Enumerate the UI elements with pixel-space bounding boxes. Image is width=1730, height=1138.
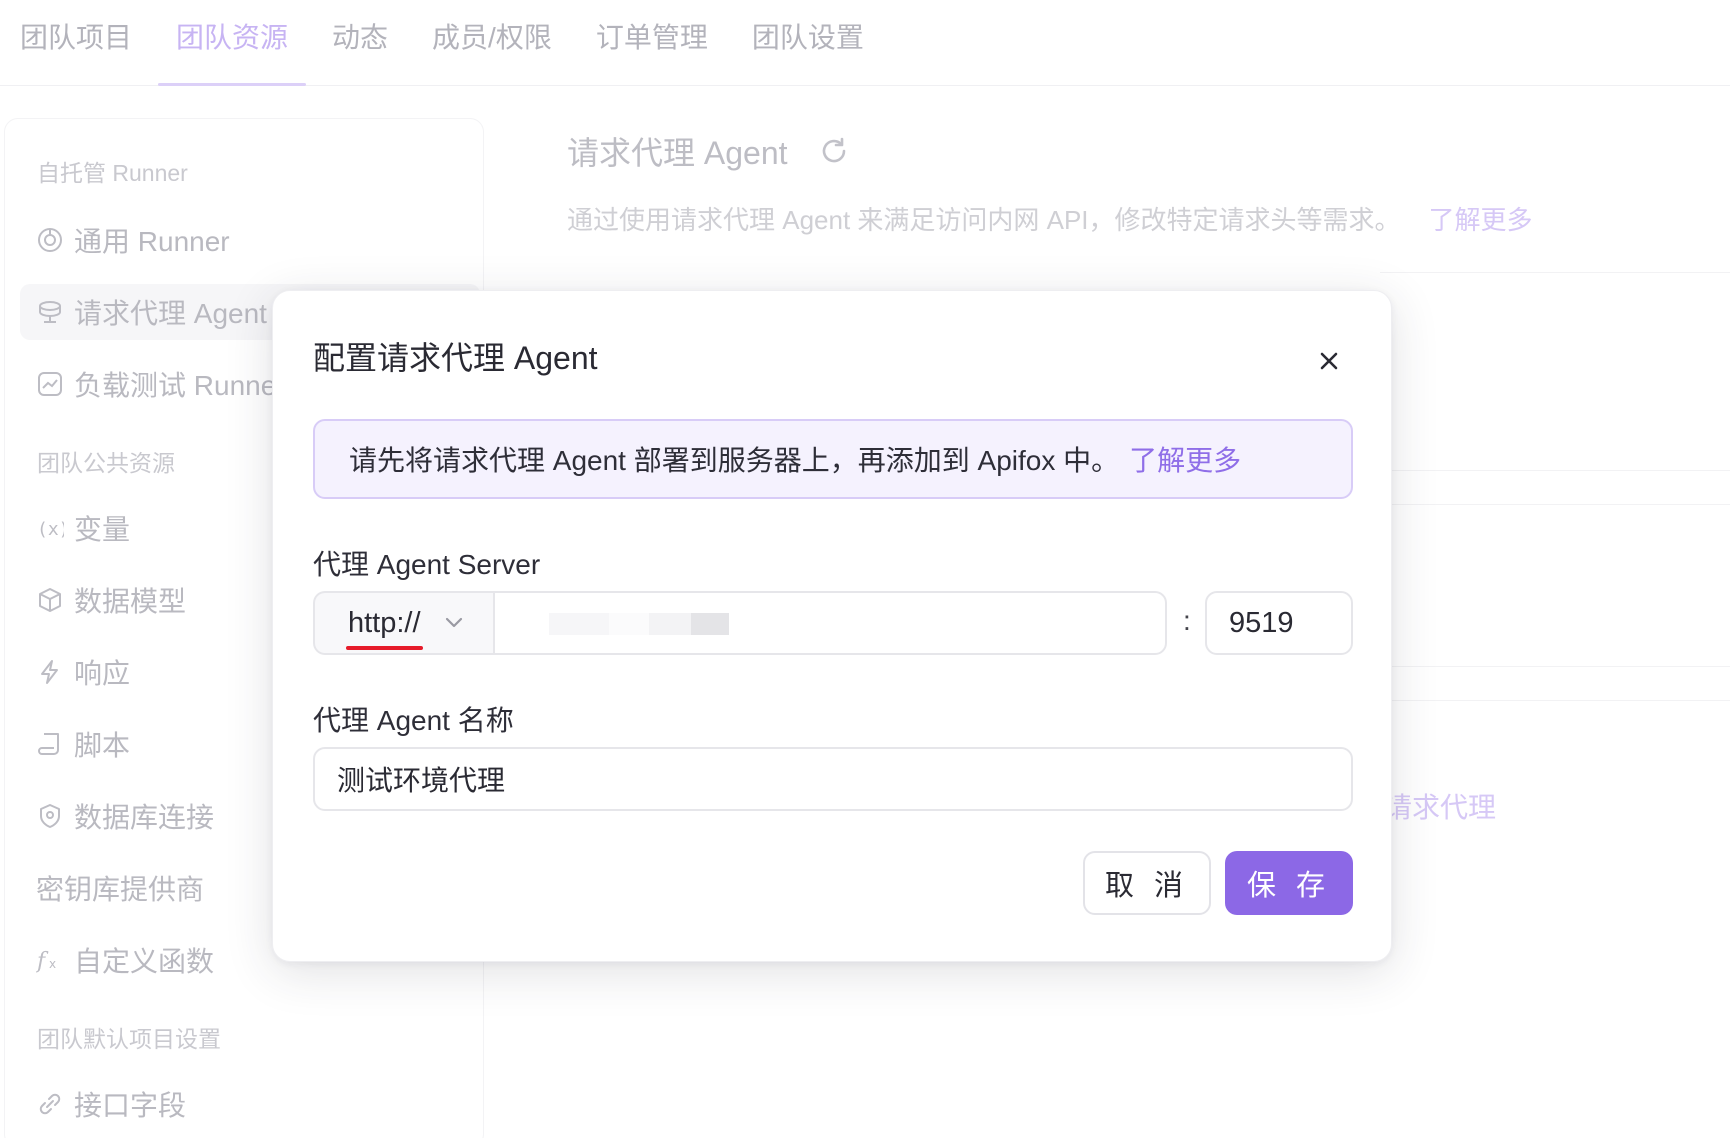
svg-text:x: x xyxy=(49,957,56,971)
tab-team-resources[interactable]: 团队资源 xyxy=(158,0,307,86)
agent-name-input[interactable] xyxy=(313,747,1353,811)
sidebar-item-data-model[interactable]: 数据模型 xyxy=(36,572,186,628)
sidebar-group-defaults: 团队默认项目设置 xyxy=(37,1026,221,1052)
divider xyxy=(1380,470,1730,471)
description-text: 通过使用请求代理 Agent 来满足访问内网 API，修改特定请求头等需求。 xyxy=(567,205,1401,235)
sidebar-item-script[interactable]: 脚本 xyxy=(36,716,130,772)
chevron-down-icon xyxy=(445,617,463,628)
info-notice: 请先将请求代理 Agent 部署到服务器上，再添加到 Apifox 中。 了解更… xyxy=(313,419,1353,499)
dialog-title: 配置请求代理 Agent xyxy=(313,340,598,376)
chart-line-icon xyxy=(38,372,62,396)
top-navigation: 团队项目 团队资源 动态 成员/权限 订单管理 团队设置 xyxy=(0,0,1730,86)
tab-members[interactable]: 成员/权限 xyxy=(432,0,552,86)
runner-icon xyxy=(38,228,62,252)
protocol-value: http:// xyxy=(348,606,421,639)
protocol-value-wrap: http:// xyxy=(346,606,423,650)
divider xyxy=(1380,504,1730,505)
page-description: 通过使用请求代理 Agent 来满足访问内网 API，修改特定请求头等需求。 了解… xyxy=(567,200,1533,237)
request-proxy-link[interactable]: 请求代理 xyxy=(1384,786,1496,826)
save-button[interactable]: 保 存 xyxy=(1225,851,1353,915)
sidebar-item-label: 变量 xyxy=(74,514,131,545)
config-agent-dialog: 配置请求代理 Agent 请先将请求代理 Agent 部署到服务器上，再添加到 … xyxy=(272,290,1392,962)
sidebar-item-label: 通用 Runner xyxy=(74,226,230,257)
tab-team-settings[interactable]: 团队设置 xyxy=(752,0,864,86)
function-icon: fx xyxy=(36,949,56,974)
close-icon[interactable] xyxy=(1315,347,1343,375)
sidebar-item-load-test[interactable]: 负载测试 Runner xyxy=(36,356,286,412)
sidebar-item-label: 脚本 xyxy=(74,730,131,761)
protocol-select[interactable]: http:// xyxy=(313,591,493,655)
sidebar-item-label: 接口字段 xyxy=(74,1090,187,1121)
port-input[interactable] xyxy=(1205,591,1353,655)
tab-team-projects[interactable]: 团队项目 xyxy=(20,0,132,86)
learn-more-link[interactable]: 了解更多 xyxy=(1429,205,1533,235)
notice-text: 请先将请求代理 Agent 部署到服务器上，再添加到 Apifox 中。 xyxy=(349,445,1120,476)
script-icon xyxy=(38,733,59,755)
sidebar-item-general-runner[interactable]: 通用 Runner xyxy=(36,212,230,268)
svg-text:f: f xyxy=(36,949,49,974)
sidebar-item-label: 自定义函数 xyxy=(74,946,215,977)
host-input[interactable] xyxy=(493,591,1167,655)
sidebar-item-db-connection[interactable]: 数据库连接 xyxy=(36,788,214,844)
sidebar-item-label: 负载测试 Runner xyxy=(74,370,286,401)
sidebar-item-interface-fields[interactable]: 接口字段 xyxy=(36,1076,186,1132)
variable-icon: (x) xyxy=(37,519,64,540)
agent-name-label: 代理 Agent 名称 xyxy=(313,705,514,736)
link-icon xyxy=(39,1093,61,1115)
server-input-row: http:// : xyxy=(313,591,1353,655)
annotation-underline xyxy=(346,645,423,650)
tab-activity[interactable]: 动态 xyxy=(332,0,388,86)
lightning-icon xyxy=(41,660,58,684)
database-agent-icon xyxy=(39,301,61,323)
shield-icon xyxy=(40,804,60,828)
sidebar-item-label: 响应 xyxy=(74,658,131,689)
tab-orders[interactable]: 订单管理 xyxy=(596,0,708,86)
sidebar-item-vault-providers[interactable]: 密钥库提供商 xyxy=(36,860,204,916)
sidebar-item-label: 密钥库提供商 xyxy=(36,874,205,905)
refresh-icon[interactable] xyxy=(818,135,850,167)
svg-text:(x): (x) xyxy=(37,519,64,540)
server-label: 代理 Agent Server xyxy=(313,549,541,580)
sidebar-item-label: 请求代理 Agent xyxy=(74,298,267,329)
divider xyxy=(1380,272,1730,273)
sidebar-item-custom-functions[interactable]: fx 自定义函数 xyxy=(36,932,214,988)
sidebar-item-variables[interactable]: (x) 变量 xyxy=(36,500,130,556)
cube-icon xyxy=(39,588,61,612)
sidebar-group-public: 团队公共资源 xyxy=(37,450,175,476)
sidebar-item-label: 数据模型 xyxy=(74,586,187,617)
divider xyxy=(1380,700,1730,701)
port-separator: : xyxy=(1183,605,1191,636)
sidebar-group-runner: 自托管 Runner xyxy=(37,160,188,186)
sidebar-item-label: 数据库连接 xyxy=(74,802,215,833)
divider xyxy=(1380,666,1730,667)
cancel-button[interactable]: 取 消 xyxy=(1083,851,1211,915)
notice-learn-more-link[interactable]: 了解更多 xyxy=(1129,439,1241,479)
sidebar-item-response[interactable]: 响应 xyxy=(36,644,130,700)
page-title: 请求代理 Agent xyxy=(567,135,788,171)
page-title-row: 请求代理 Agent xyxy=(567,128,850,174)
